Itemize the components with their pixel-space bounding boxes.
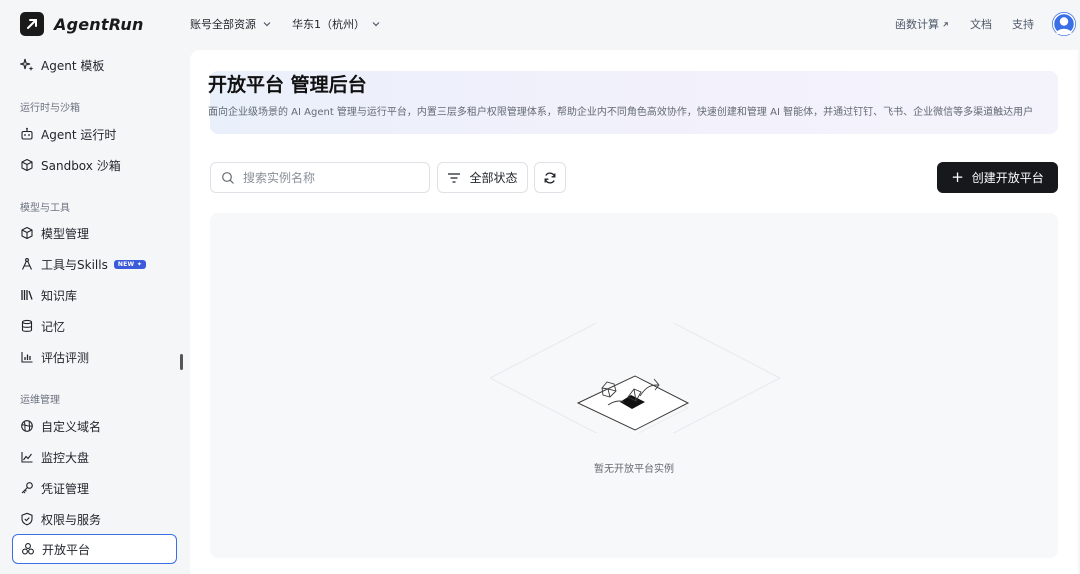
- create-button-label: 创建开放平台: [971, 171, 1044, 185]
- sidebar-resize-handle[interactable]: [180, 354, 183, 370]
- new-badge: NEW ✦: [113, 259, 147, 269]
- chevron-down-icon: [262, 19, 272, 29]
- sidebar-item-label: 记忆: [41, 319, 66, 334]
- support-link[interactable]: 支持: [1012, 16, 1034, 32]
- function-compute-label: 函数计算: [895, 18, 939, 31]
- sidebar-item-monitor[interactable]: 监控大盘: [12, 442, 177, 472]
- sidebar-item-agent-runtime[interactable]: Agent 运行时: [12, 119, 177, 149]
- sidebar-item-label: Agent 模板: [41, 58, 105, 73]
- sidebar-item-label: Agent 运行时: [41, 127, 117, 142]
- region-selector[interactable]: 华东1（杭州）: [292, 16, 381, 32]
- cube-icon: [20, 158, 34, 172]
- empty-state-text: 暂无开放平台实例: [594, 464, 674, 475]
- function-compute-link[interactable]: 函数计算: [895, 16, 950, 32]
- sidebar-item-label: 模型管理: [41, 226, 90, 241]
- chevron-down-icon: [371, 19, 381, 29]
- status-filter-label: 全部状态: [469, 171, 518, 185]
- shield-icon: [20, 512, 34, 526]
- sidebar-item-label: 权限与服务: [41, 512, 102, 527]
- top-bar: AgentRun 账号全部资源 华东1（杭州） 函数计算 文档 支持: [0, 0, 1080, 48]
- search-icon: [222, 171, 234, 184]
- refresh-button[interactable]: [534, 162, 566, 193]
- search-input[interactable]: [243, 170, 413, 185]
- empty-state: 暂无开放平台实例: [210, 213, 1058, 558]
- refresh-icon: [544, 172, 556, 183]
- logo-arrow-icon: [20, 12, 44, 36]
- sidebar-item-tools-skills[interactable]: 工具与Skills NEW ✦: [12, 249, 177, 279]
- nodes-icon: [21, 542, 35, 556]
- sidebar-item-memory[interactable]: 记忆: [12, 311, 177, 341]
- top-right-links: 函数计算 文档 支持: [895, 12, 1078, 36]
- sidebar-item-label: Sandbox 沙箱: [41, 158, 121, 173]
- database-icon: [20, 319, 34, 333]
- sidebar-item-label: 评估评测: [41, 350, 90, 365]
- nav-group-runtime: 运行时与沙箱: [20, 103, 80, 114]
- sidebar-item-knowledge[interactable]: 知识库: [12, 280, 177, 310]
- sidebar: Agent 模板 运行时与沙箱 Agent 运行时 Sandbox 沙箱 模型与…: [0, 48, 188, 574]
- sidebar-item-agent-template[interactable]: Agent 模板: [12, 50, 177, 80]
- sidebar-item-evaluation[interactable]: 评估评测: [12, 342, 177, 372]
- line-chart-icon: [20, 450, 34, 464]
- page-description: 面向企业级场景的 AI Agent 管理与运行平台，内置三层多租户权限管理体系，…: [208, 107, 1034, 118]
- sidebar-item-sandbox[interactable]: Sandbox 沙箱: [12, 150, 177, 180]
- page-title: 开放平台 管理后台: [208, 74, 367, 96]
- sidebar-item-custom-domain[interactable]: 自定义域名: [12, 411, 177, 441]
- key-icon: [20, 481, 34, 495]
- app-logo[interactable]: AgentRun: [20, 12, 188, 36]
- search-box[interactable]: [210, 162, 430, 193]
- create-open-platform-button[interactable]: + 创建开放平台: [937, 162, 1058, 193]
- compass-tool-icon: [20, 257, 34, 271]
- bar-chart-icon: [20, 350, 34, 364]
- sidebar-item-label: 知识库: [41, 288, 78, 303]
- sidebar-item-label: 自定义域名: [41, 419, 102, 434]
- books-icon: [20, 288, 34, 302]
- main-panel: 开放平台 管理后台 面向企业级场景的 AI Agent 管理与运行平台，内置三层…: [190, 50, 1078, 574]
- external-link-icon: [943, 21, 948, 27]
- empty-box-illustration: [490, 323, 780, 433]
- plus-icon: +: [951, 168, 964, 186]
- sparkle-icon: [20, 58, 34, 72]
- globe-icon: [20, 419, 34, 433]
- sidebar-item-open-platform[interactable]: 开放平台: [12, 534, 177, 564]
- sidebar-item-label: 工具与Skills: [41, 257, 108, 272]
- filter-icon: [447, 172, 461, 184]
- sidebar-item-label: 开放平台: [42, 542, 91, 557]
- sidebar-item-label: 监控大盘: [41, 450, 90, 465]
- status-filter-button[interactable]: 全部状态: [437, 162, 528, 193]
- account-selector[interactable]: 账号全部资源: [190, 16, 272, 32]
- docs-link[interactable]: 文档: [970, 16, 992, 32]
- cube-icon: [20, 226, 34, 240]
- nav-group-models: 模型与工具: [20, 203, 70, 214]
- region-selector-label: 华东1（杭州）: [292, 18, 365, 31]
- robot-icon: [20, 127, 34, 141]
- sidebar-item-permissions[interactable]: 权限与服务: [12, 504, 177, 534]
- user-avatar[interactable]: [1052, 12, 1076, 36]
- new-badge-label: NEW: [117, 260, 135, 268]
- sidebar-item-label: 凭证管理: [41, 481, 90, 496]
- sidebar-item-model-management[interactable]: 模型管理: [12, 218, 177, 248]
- account-selector-label: 账号全部资源: [190, 18, 256, 31]
- nav-group-ops: 运维管理: [20, 395, 60, 406]
- app-name: AgentRun: [54, 14, 144, 34]
- sidebar-item-credentials[interactable]: 凭证管理: [12, 473, 177, 503]
